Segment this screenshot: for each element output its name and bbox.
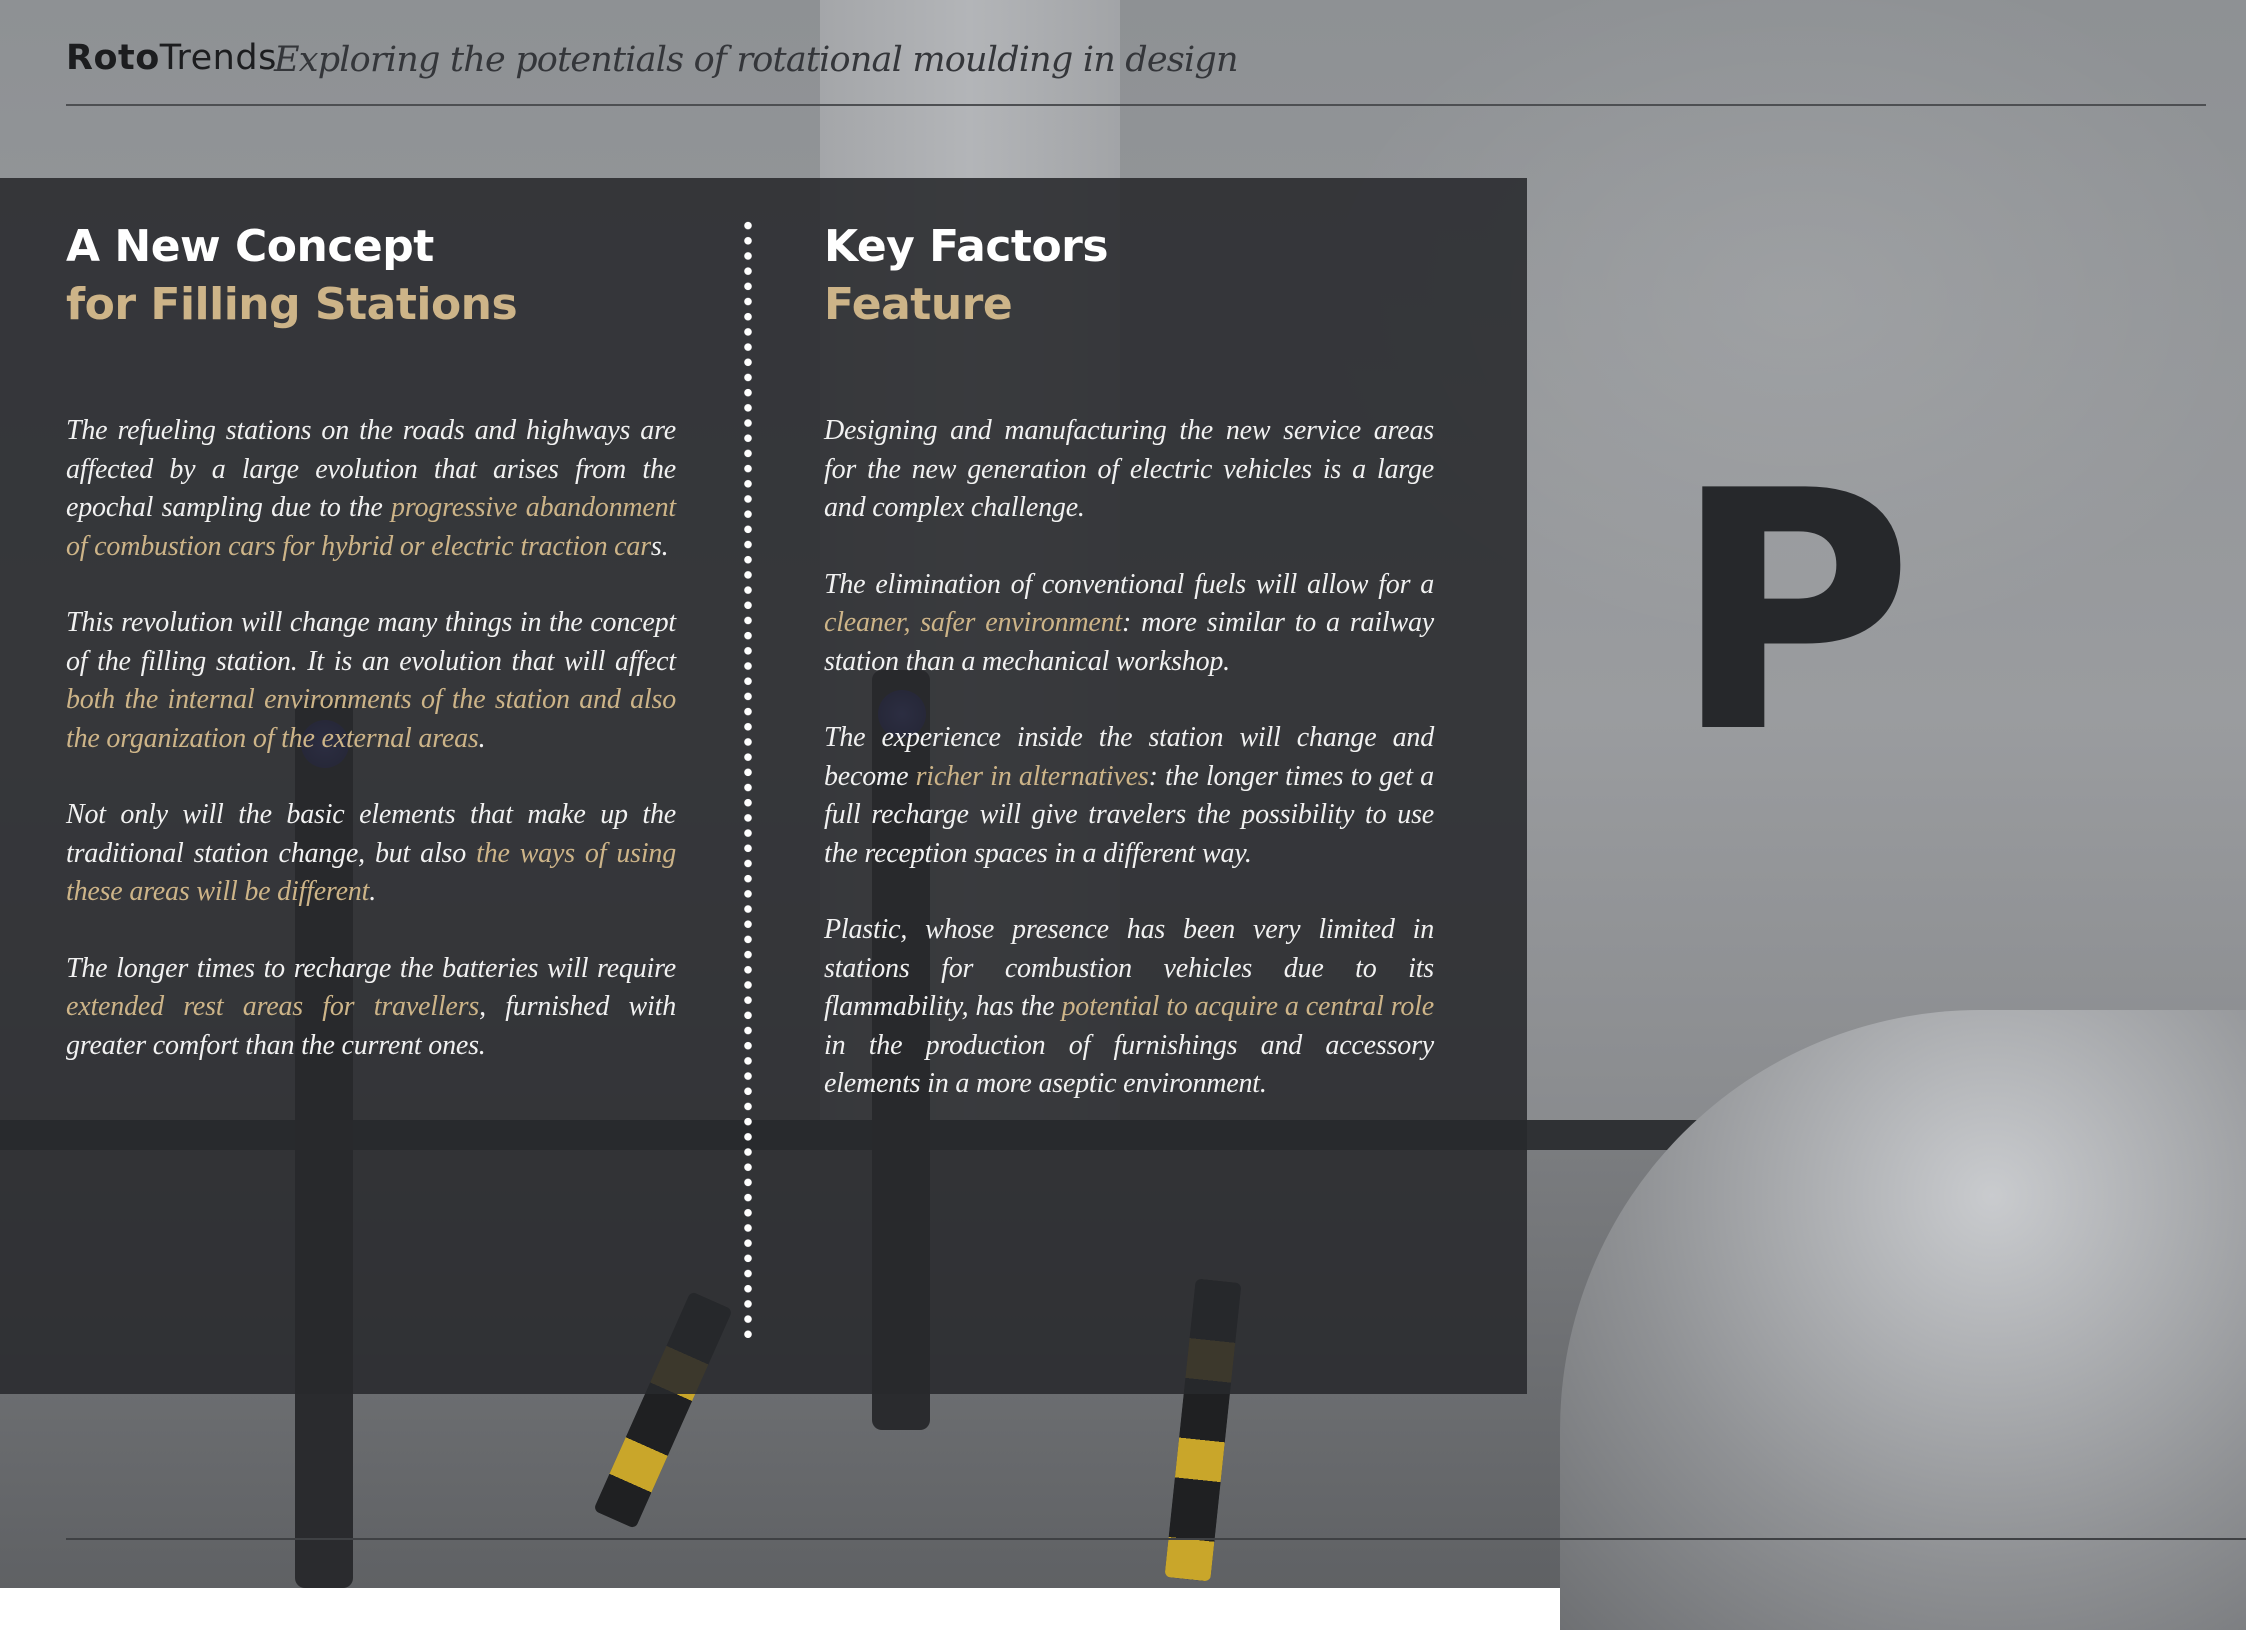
highlight-text: potential to acquire a central role (1061, 991, 1434, 1022)
left-column: A New Concept for Filling Stations The r… (66, 218, 676, 1103)
highlight-text: richer in alternatives (915, 760, 1149, 792)
paragraph-text: The elimination of conventional fuels wi… (824, 568, 1434, 600)
paragraph-text: This revolution will change many things … (66, 607, 676, 677)
paragraph-text: . (478, 722, 486, 754)
right-paragraph: Designing and manufacturing the new serv… (824, 412, 1434, 528)
right-paragraph: The experience inside the station will c… (824, 719, 1434, 873)
paragraph-text: The longer times to recharge the batteri… (66, 952, 676, 984)
left-title-line1: A New Concept (66, 221, 434, 272)
parked-car (1560, 1010, 2246, 1630)
left-paragraph: Not only will the basic elements that ma… (66, 796, 676, 912)
tagline: Exploring the potentials of rotational m… (274, 40, 1239, 80)
footer-rule (66, 1538, 2246, 1540)
right-paragraph: Plastic, whose presence has been very li… (824, 911, 1434, 1104)
brand-regular: Trends (159, 38, 277, 78)
content-panel: A New Concept for Filling Stations The r… (0, 178, 1527, 1394)
highlight-text: both the internal environments of the st… (66, 684, 676, 754)
dotted-divider (744, 218, 752, 1338)
right-title: Key Factors Feature (824, 218, 1434, 334)
paragraph-text: in the production of furnishings and acc… (824, 1029, 1434, 1100)
left-title: A New Concept for Filling Stations (66, 218, 676, 334)
paragraph-text: s. (650, 530, 669, 562)
paragraph-text: Designing and manufacturing the new serv… (824, 415, 1434, 523)
highlight-text: cleaner, safer environment (824, 607, 1122, 638)
left-paragraph: The longer times to recharge the batteri… (66, 950, 676, 1066)
highlight-text: extended rest areas for travellers (66, 991, 480, 1022)
right-title-line2: Feature (824, 279, 1013, 330)
left-body: The refueling stations on the roads and … (66, 412, 676, 1065)
parking-sign: P (1672, 421, 1914, 805)
paragraph-text: . (369, 876, 376, 907)
right-body: Designing and manufacturing the new serv… (824, 412, 1434, 1104)
right-title-line1: Key Factors (824, 221, 1109, 272)
right-paragraph: The elimination of conventional fuels wi… (824, 566, 1434, 682)
right-column: Key Factors Feature Designing and manufa… (824, 218, 1434, 1142)
brand-logo: RotoTrends (66, 38, 277, 78)
brand-bold: Roto (66, 38, 160, 78)
page-header: RotoTrends Exploring the potentials of r… (66, 32, 2206, 106)
left-title-line2: for Filling Stations (66, 279, 518, 330)
left-paragraph: This revolution will change many things … (66, 604, 676, 758)
left-paragraph: The refueling stations on the roads and … (66, 412, 676, 566)
